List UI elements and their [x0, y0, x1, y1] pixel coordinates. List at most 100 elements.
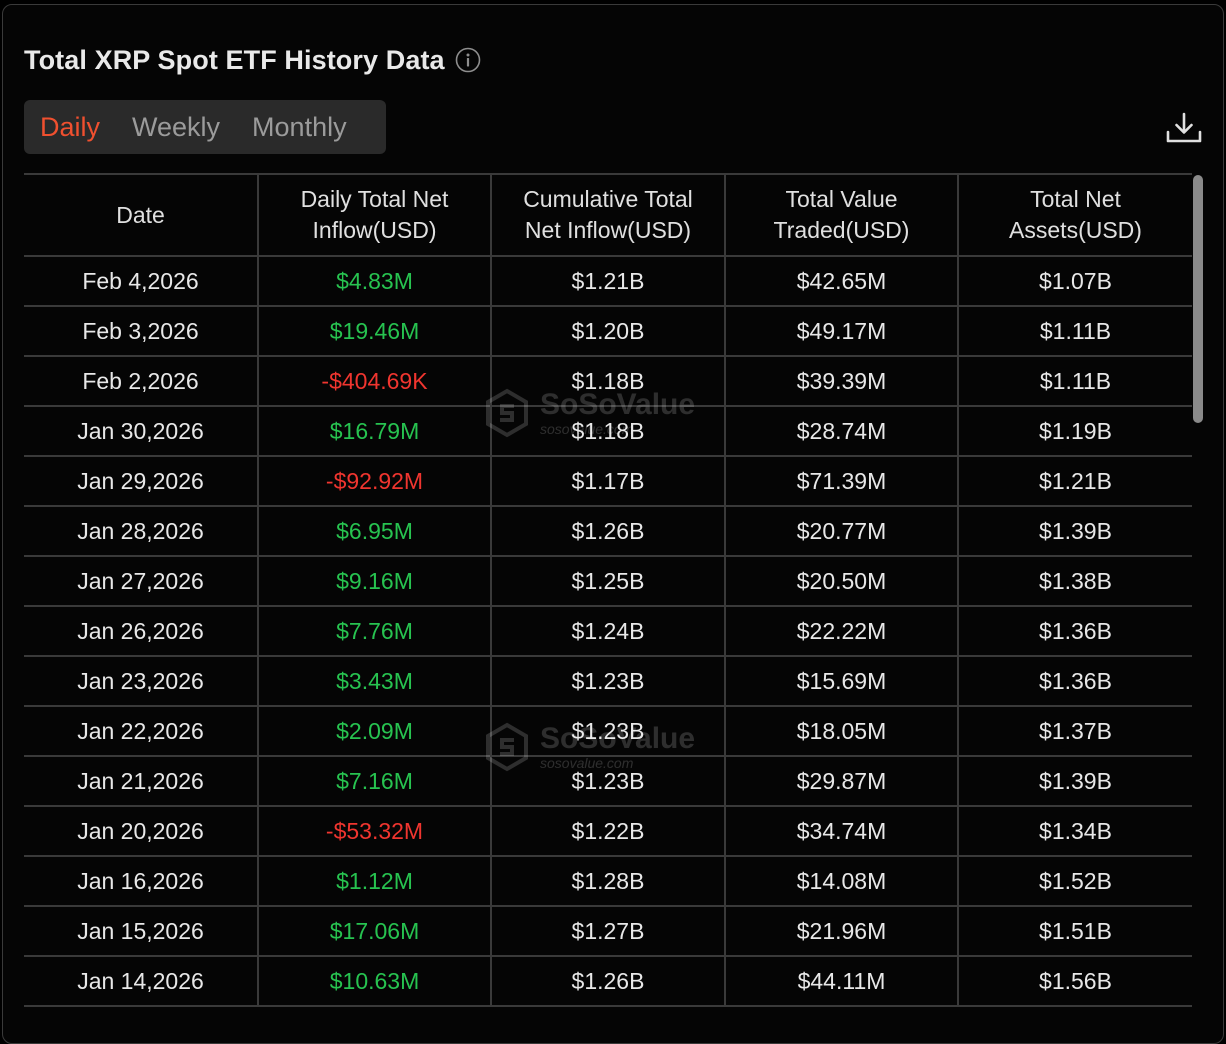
page-title: Total XRP Spot ETF History Data: [24, 44, 445, 75]
cell-date: Jan 15,2026: [24, 906, 259, 957]
cell-total-value-traded: $21.96M: [725, 906, 959, 957]
table-body: Feb 4,2026 $4.83M $1.21B $42.65M $1.07B Feb 3…: [24, 256, 1192, 1007]
cell-daily-net-inflow: $16.79M: [258, 406, 492, 457]
cell-cumulative-net-inflow: $1.17B: [491, 456, 726, 507]
table-row[interactable]: Jan 16,2026 $1.12M $1.28B $14.08M $1.52B: [24, 856, 1192, 907]
cell-cumulative-net-inflow: $1.18B: [491, 356, 726, 407]
tab-weekly[interactable]: Weekly: [132, 112, 220, 143]
cell-cumulative-net-inflow: $1.24B: [491, 606, 726, 657]
cell-total-value-traded: $29.87M: [725, 756, 959, 807]
download-icon[interactable]: [1164, 108, 1204, 148]
table-row[interactable]: Jan 30,2026 $16.79M $1.18B $28.74M $1.19B: [24, 406, 1192, 457]
cell-total-net-assets: $1.36B: [958, 656, 1192, 707]
cell-daily-net-inflow: $10.63M: [258, 956, 492, 1007]
cell-daily-net-inflow: $17.06M: [258, 906, 492, 957]
cell-cumulative-net-inflow: $1.26B: [491, 506, 726, 557]
table-row[interactable]: Feb 3,2026 $19.46M $1.20B $49.17M $1.11B: [24, 306, 1192, 357]
cell-total-value-traded: $18.05M: [725, 706, 959, 757]
cell-date: Feb 3,2026: [24, 306, 259, 357]
cell-date: Jan 20,2026: [24, 806, 259, 857]
cell-total-value-traded: $28.74M: [725, 406, 959, 457]
cell-total-net-assets: $1.51B: [958, 906, 1192, 957]
cell-daily-net-inflow: -$92.92M: [258, 456, 492, 507]
cell-date: Feb 2,2026: [24, 356, 259, 407]
cell-total-net-assets: $1.52B: [958, 856, 1192, 907]
cell-daily-net-inflow: $19.46M: [258, 306, 492, 357]
cell-total-value-traded: $34.74M: [725, 806, 959, 857]
cell-total-value-traded: $71.39M: [725, 456, 959, 507]
table-row[interactable]: Jan 23,2026 $3.43M $1.23B $15.69M $1.36B: [24, 656, 1192, 707]
cell-date: Jan 28,2026: [24, 506, 259, 557]
cell-total-net-assets: $1.21B: [958, 456, 1192, 507]
cell-cumulative-net-inflow: $1.28B: [491, 856, 726, 907]
history-table-container[interactable]: Date Daily Total Net Inflow(USD) Cumulat…: [24, 173, 1192, 1023]
cell-daily-net-inflow: $4.83M: [258, 256, 492, 307]
table-scrollbar[interactable]: [1193, 175, 1203, 423]
column-header-daily-net-inflow[interactable]: Daily Total Net Inflow(USD): [258, 174, 492, 257]
info-circle-icon[interactable]: [455, 47, 481, 73]
table-row[interactable]: Jan 26,2026 $7.76M $1.24B $22.22M $1.36B: [24, 606, 1192, 657]
cell-daily-net-inflow: $6.95M: [258, 506, 492, 557]
table-row[interactable]: Feb 4,2026 $4.83M $1.21B $42.65M $1.07B: [24, 256, 1192, 307]
cell-total-value-traded: $49.17M: [725, 306, 959, 357]
cell-total-value-traded: $44.11M: [725, 956, 959, 1007]
column-header-cumulative-net-inflow[interactable]: Cumulative Total Net Inflow(USD): [491, 174, 726, 257]
cell-daily-net-inflow: $3.43M: [258, 656, 492, 707]
cell-total-value-traded: $39.39M: [725, 356, 959, 407]
cell-date: Jan 23,2026: [24, 656, 259, 707]
cell-total-net-assets: $1.37B: [958, 706, 1192, 757]
table-row[interactable]: Jan 21,2026 $7.16M $1.23B $29.87M $1.39B: [24, 756, 1192, 807]
table-header-row: Date Daily Total Net Inflow(USD) Cumulat…: [24, 174, 1192, 257]
tab-daily[interactable]: Daily: [40, 112, 100, 143]
history-table: Date Daily Total Net Inflow(USD) Cumulat…: [24, 173, 1192, 1007]
table-row[interactable]: Feb 2,2026 -$404.69K $1.18B $39.39M $1.11B: [24, 356, 1192, 407]
column-header-date[interactable]: Date: [24, 174, 259, 257]
table-row[interactable]: Jan 27,2026 $9.16M $1.25B $20.50M $1.38B: [24, 556, 1192, 607]
cell-total-net-assets: $1.38B: [958, 556, 1192, 607]
column-header-total-value-traded[interactable]: Total Value Traded(USD): [725, 174, 959, 257]
cell-total-net-assets: $1.39B: [958, 756, 1192, 807]
table-row[interactable]: Jan 20,2026 -$53.32M $1.22B $34.74M $1.34B: [24, 806, 1192, 857]
table-row[interactable]: Jan 14,2026 $10.63M $1.26B $44.11M $1.56B: [24, 956, 1192, 1007]
cell-date: Jan 27,2026: [24, 556, 259, 607]
cell-total-net-assets: $1.36B: [958, 606, 1192, 657]
cell-daily-net-inflow: $7.76M: [258, 606, 492, 657]
title-row: Total XRP Spot ETF History Data: [24, 42, 481, 78]
cell-total-net-assets: $1.19B: [958, 406, 1192, 457]
cell-total-net-assets: $1.07B: [958, 256, 1192, 307]
cell-cumulative-net-inflow: $1.23B: [491, 756, 726, 807]
cell-date: Jan 30,2026: [24, 406, 259, 457]
cell-date: Jan 22,2026: [24, 706, 259, 757]
cell-date: Jan 26,2026: [24, 606, 259, 657]
cell-cumulative-net-inflow: $1.26B: [491, 956, 726, 1007]
cell-daily-net-inflow: $1.12M: [258, 856, 492, 907]
table-row[interactable]: Jan 28,2026 $6.95M $1.26B $20.77M $1.39B: [24, 506, 1192, 557]
cell-total-value-traded: $42.65M: [725, 256, 959, 307]
cell-daily-net-inflow: -$404.69K: [258, 356, 492, 407]
cell-date: Feb 4,2026: [24, 256, 259, 307]
cell-daily-net-inflow: $7.16M: [258, 756, 492, 807]
cell-total-value-traded: $20.77M: [725, 506, 959, 557]
cell-date: Jan 14,2026: [24, 956, 259, 1007]
cell-cumulative-net-inflow: $1.25B: [491, 556, 726, 607]
table-row[interactable]: Jan 22,2026 $2.09M $1.23B $18.05M $1.37B: [24, 706, 1192, 757]
cell-cumulative-net-inflow: $1.20B: [491, 306, 726, 357]
cell-total-value-traded: $14.08M: [725, 856, 959, 907]
column-header-total-net-assets[interactable]: Total Net Assets(USD): [958, 174, 1192, 257]
cell-total-value-traded: $20.50M: [725, 556, 959, 607]
cell-total-net-assets: $1.11B: [958, 306, 1192, 357]
cell-cumulative-net-inflow: $1.18B: [491, 406, 726, 457]
table-row[interactable]: Jan 29,2026 -$92.92M $1.17B $71.39M $1.21B: [24, 456, 1192, 507]
cell-total-net-assets: $1.34B: [958, 806, 1192, 857]
tab-monthly[interactable]: Monthly: [252, 112, 347, 143]
cell-daily-net-inflow: -$53.32M: [258, 806, 492, 857]
cell-daily-net-inflow: $2.09M: [258, 706, 492, 757]
cell-cumulative-net-inflow: $1.23B: [491, 656, 726, 707]
cell-cumulative-net-inflow: $1.22B: [491, 806, 726, 857]
cell-daily-net-inflow: $9.16M: [258, 556, 492, 607]
cell-date: Jan 29,2026: [24, 456, 259, 507]
cell-cumulative-net-inflow: $1.27B: [491, 906, 726, 957]
cell-total-net-assets: $1.39B: [958, 506, 1192, 557]
cell-total-value-traded: $22.22M: [725, 606, 959, 657]
table-row[interactable]: Jan 15,2026 $17.06M $1.27B $21.96M $1.51B: [24, 906, 1192, 957]
